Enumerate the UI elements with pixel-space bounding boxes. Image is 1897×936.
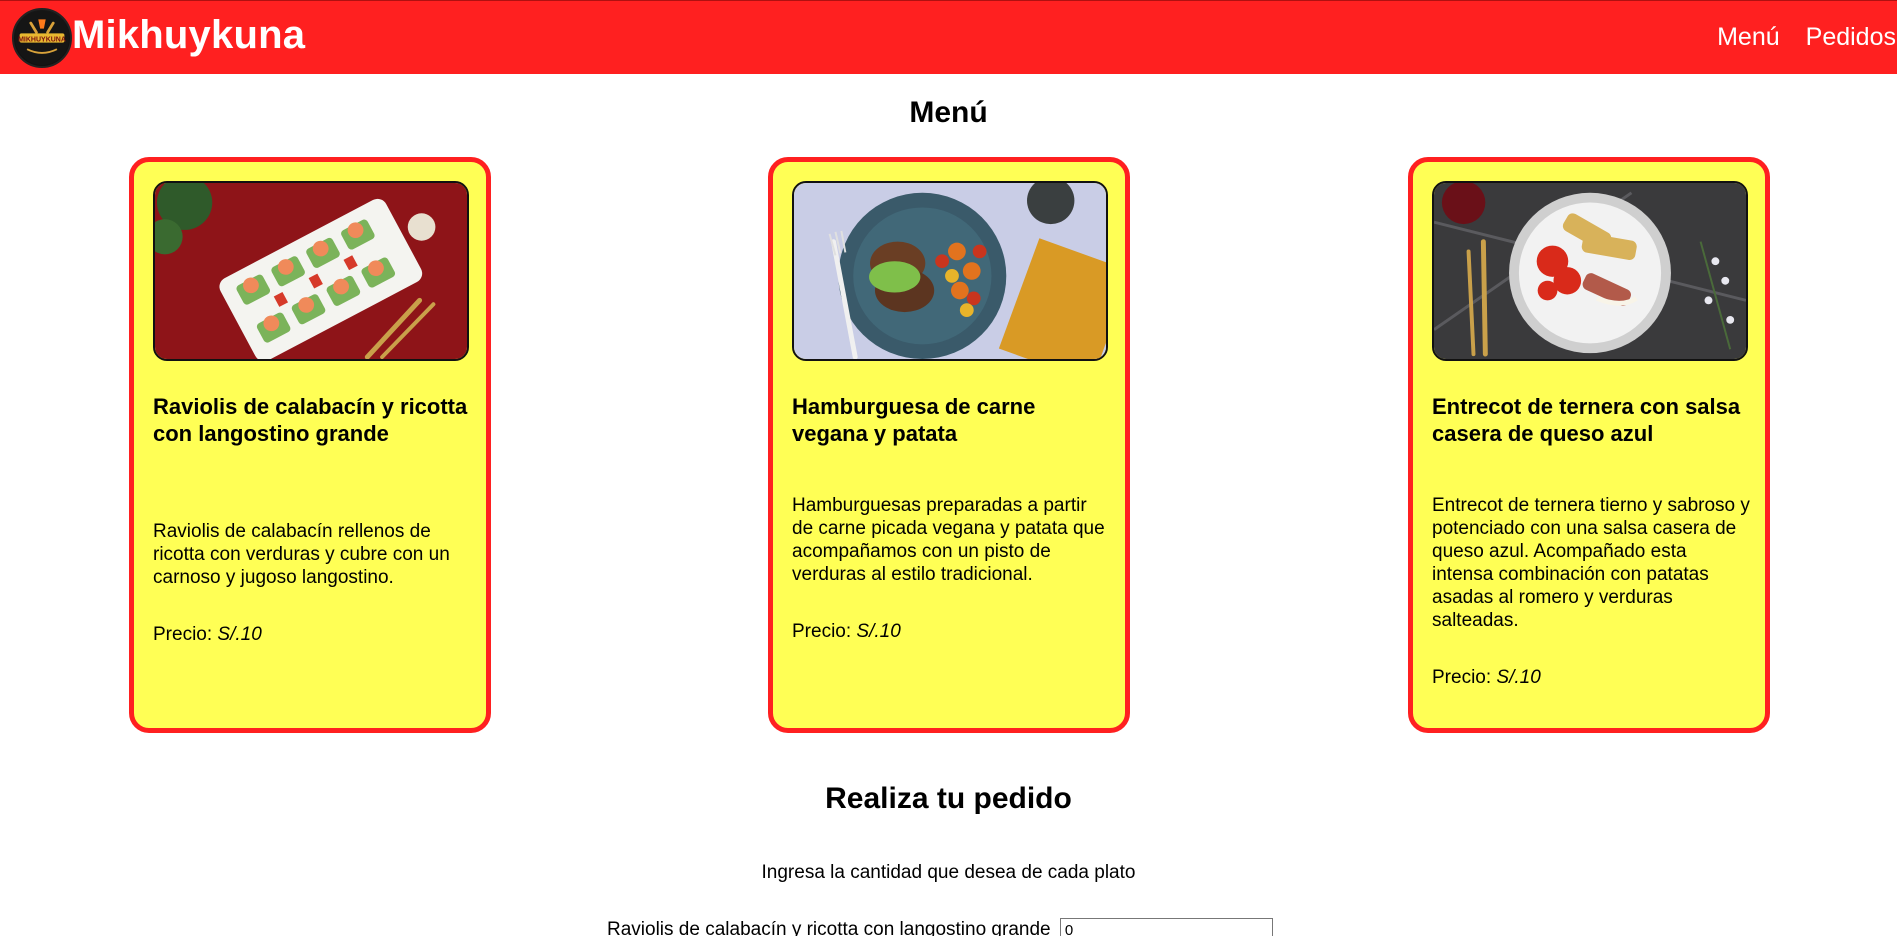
menu-card-price: Precio: S/.10 bbox=[1432, 667, 1541, 689]
nav-link-pedidos[interactable]: Pedidos bbox=[1806, 23, 1896, 52]
menu-card-title: Raviolis de calabacín y ricotta con lang… bbox=[153, 394, 468, 446]
price-value: S/.10 bbox=[856, 621, 901, 642]
menu-card: Raviolis de calabacín y ricotta con lang… bbox=[129, 157, 491, 733]
price-label: Precio: bbox=[153, 624, 213, 645]
order-row: Raviolis de calabacín y ricotta con lang… bbox=[607, 918, 1273, 936]
order-instructions: Ingresa la cantidad que desea de cada pl… bbox=[761, 862, 1136, 883]
price-value: S/.10 bbox=[1496, 667, 1541, 688]
menu-card-description: Entrecot de ternera tierno y sabroso y p… bbox=[1432, 495, 1750, 631]
menu-card-description: Raviolis de calabacín rellenos de ricott… bbox=[153, 521, 450, 588]
menu-card-price: Precio: S/.10 bbox=[792, 621, 901, 643]
menu-card-price: Precio: S/.10 bbox=[153, 624, 262, 646]
logo-emblem-icon: MIKHUYKUNA bbox=[14, 10, 70, 66]
order-item-label: Raviolis de calabacín y ricotta con lang… bbox=[607, 919, 1051, 936]
price-value: S/.10 bbox=[217, 624, 262, 645]
menu-card-title: Hamburguesa de carne vegana y patata bbox=[792, 394, 1036, 446]
menu-section-title: Menú bbox=[909, 96, 988, 129]
price-label: Precio: bbox=[1432, 667, 1492, 688]
svg-text:MIKHUYKUNA: MIKHUYKUNA bbox=[18, 36, 66, 43]
order-section-title: Realiza tu pedido bbox=[825, 782, 1072, 815]
menu-card-title: Entrecot de ternera con salsa casera de … bbox=[1432, 394, 1741, 446]
top-navbar: MIKHUYKUNA Mikhuykuna Menú Pedidos bbox=[0, 0, 1897, 74]
brand-name[interactable]: Mikhuykuna bbox=[72, 13, 305, 58]
nav-links: Menú Pedidos bbox=[1717, 23, 1897, 52]
ravioli-plate-image bbox=[153, 181, 469, 361]
menu-card: Hamburguesa de carne vegana y patata Ham… bbox=[768, 157, 1130, 733]
quantity-input[interactable] bbox=[1059, 918, 1273, 936]
menu-card: Entrecot de ternera con salsa casera de … bbox=[1408, 157, 1770, 733]
nav-link-menu[interactable]: Menú bbox=[1717, 23, 1780, 52]
brand-logo[interactable]: MIKHUYKUNA bbox=[12, 8, 72, 68]
price-label: Precio: bbox=[792, 621, 852, 642]
entrecot-plate-image bbox=[1432, 181, 1748, 361]
vegan-burger-plate-image bbox=[792, 181, 1108, 361]
menu-card-description: Hamburguesas preparadas a partir de carn… bbox=[792, 495, 1105, 585]
